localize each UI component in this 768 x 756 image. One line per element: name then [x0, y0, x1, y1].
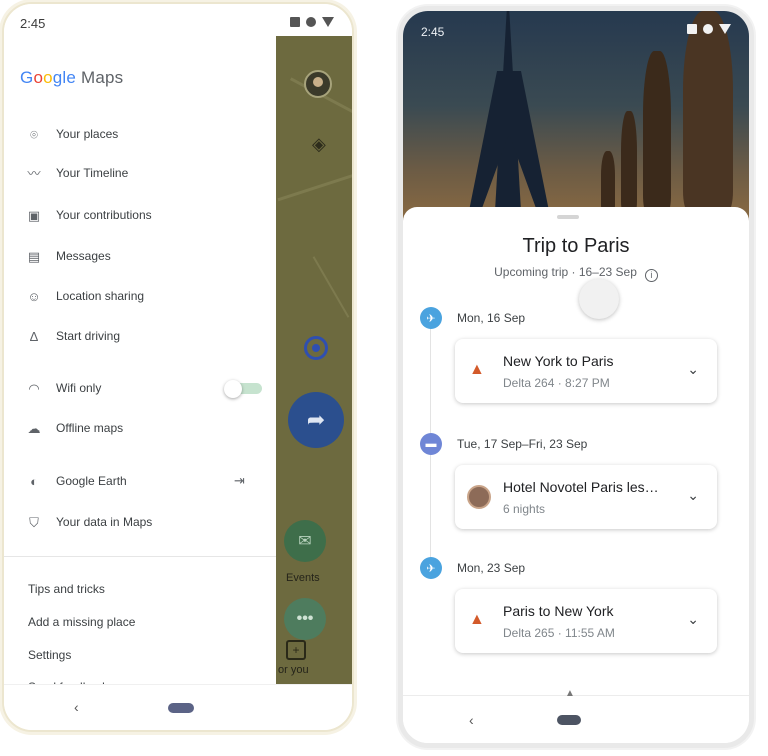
- wifi-only-toggle[interactable]: [224, 380, 262, 398]
- trip-card-hotel[interactable]: Hotel Novotel Paris les… 6 nights ⌄: [455, 465, 717, 529]
- hero-image: 2:45: [403, 11, 749, 221]
- events-label: Events: [286, 572, 320, 584]
- menu-item-label: Google Earth: [56, 474, 127, 488]
- navigation-drawer: Google Maps ⌾ Your places 〰 Your Timelin…: [4, 36, 276, 694]
- trip-dates: Upcoming trip · 16–23 Sep: [494, 265, 637, 279]
- menu-item-start-driving[interactable]: Δ Start driving: [26, 325, 120, 347]
- timeline-date: Tue, 17 Sep–Fri, 23 Sep: [457, 437, 588, 451]
- shield-icon: ⛉: [29, 514, 39, 530]
- left-phone-frame: 2:45 ◈ ➦ ✉ Events ••• + or you Google Ma…: [2, 2, 354, 732]
- avatar[interactable]: [304, 70, 332, 98]
- flight-icon: ✈: [420, 557, 442, 579]
- home-pill[interactable]: [168, 703, 194, 713]
- status-time: 2:45: [421, 25, 445, 39]
- menu-item-your-timeline[interactable]: 〰 Your Timeline: [26, 162, 128, 184]
- trip-card-flight-return[interactable]: ▲ Paris to New York Delta 265 · 11:55 AM…: [455, 589, 717, 653]
- location-sharing-icon: ☺: [27, 288, 41, 304]
- signal-icon: [322, 17, 334, 27]
- trip-sheet[interactable]: Trip to Paris Upcoming trip · 16–23 Sep i…: [403, 207, 749, 727]
- directions-icon[interactable]: ➦: [288, 392, 344, 448]
- navigation-icon: Δ: [29, 328, 39, 344]
- menu-item-label: Wifi only: [56, 381, 102, 395]
- menu-item-your-data[interactable]: ⛉ Your data in Maps: [26, 511, 152, 533]
- offline-icon: ☁: [27, 420, 41, 436]
- earth-icon: ◐: [30, 473, 38, 489]
- events-icon[interactable]: ✉: [284, 520, 326, 562]
- link-add-missing-place[interactable]: Add a missing place: [28, 615, 135, 629]
- timeline-date: Mon, 23 Sep: [457, 561, 526, 575]
- back-icon[interactable]: ‹: [74, 699, 79, 715]
- chevron-down-icon[interactable]: ⌄: [687, 611, 699, 628]
- menu-item-google-earth[interactable]: ◐ Google Earth: [26, 470, 127, 492]
- chevron-up-icon: ▲: [565, 688, 575, 699]
- menu-item-wifi-only[interactable]: ◠ Wifi only: [26, 377, 101, 399]
- info-icon[interactable]: i: [644, 269, 658, 282]
- touch-indicator: [579, 279, 619, 319]
- card-subtitle: 6 nights: [503, 502, 546, 516]
- trip-subtitle: Upcoming trip · 16–23 Sep i: [403, 265, 749, 282]
- contributions-icon: ▣: [27, 207, 41, 223]
- status-icons: [687, 24, 731, 34]
- status-bar: 2:45: [4, 4, 352, 36]
- right-phone-frame: 2:45 Trip to Paris Upcoming trip · 16–23…: [398, 6, 754, 748]
- pin-icon: ⌾: [30, 126, 38, 142]
- card-title: Paris to New York: [503, 603, 614, 619]
- home-pill[interactable]: [557, 715, 581, 725]
- menu-item-label: Offline maps: [56, 421, 124, 435]
- wifi-icon: ◠: [28, 380, 40, 396]
- hotel-thumbnail: [467, 485, 491, 509]
- trip-card-flight-outbound[interactable]: ▲ New York to Paris Delta 264 · 8:27 PM …: [455, 339, 717, 403]
- notification-icon: [290, 17, 300, 27]
- card-subtitle: Delta 265 · 11:55 AM: [503, 626, 615, 640]
- divider: [4, 556, 276, 557]
- system-nav-bar: ▲ ‹: [403, 688, 749, 743]
- notification-icon: [687, 24, 697, 34]
- airline-icon: ▲: [469, 361, 485, 378]
- system-nav-bar: ‹: [4, 684, 352, 730]
- my-location-icon[interactable]: [304, 336, 328, 360]
- layers-icon[interactable]: ◈: [312, 134, 326, 155]
- signal-icon: [719, 24, 731, 34]
- status-icons: [290, 17, 334, 27]
- menu-item-location-sharing[interactable]: ☺ Location sharing: [26, 285, 144, 307]
- menu-item-your-places[interactable]: ⌾ Your places: [26, 123, 118, 145]
- menu-item-label: Start driving: [56, 329, 121, 343]
- status-time: 2:45: [20, 16, 46, 31]
- map-background[interactable]: ◈ ➦ ✉ Events ••• + or you: [276, 36, 352, 686]
- card-title: New York to Paris: [503, 353, 614, 369]
- menu-item-label: Your Timeline: [56, 166, 129, 180]
- status-bar: 2:45: [403, 11, 749, 43]
- chevron-down-icon[interactable]: ⌄: [687, 487, 699, 504]
- menu-item-label: Your data in Maps: [56, 515, 153, 529]
- timeline-date: Mon, 16 Sep: [457, 311, 526, 325]
- airline-icon: ▲: [469, 611, 485, 628]
- hotel-icon: ▬: [420, 433, 442, 455]
- menu-item-label: Your places: [56, 127, 119, 141]
- flight-icon: ✈: [420, 307, 442, 329]
- menu-item-messages[interactable]: ▤ Messages: [26, 245, 111, 267]
- more-icon[interactable]: •••: [284, 598, 326, 640]
- google-maps-logo: Google Maps: [20, 68, 124, 87]
- menu-item-label: Location sharing: [56, 289, 145, 303]
- for-you-label: or you: [278, 664, 309, 676]
- link-tips-and-tricks[interactable]: Tips and tricks: [28, 582, 105, 596]
- wifi-status-icon: [703, 24, 713, 34]
- card-title: Hotel Novotel Paris les…: [503, 479, 659, 495]
- open-external-icon[interactable]: ⇥: [234, 473, 245, 489]
- menu-item-label: Your contributions: [56, 208, 152, 222]
- for-you-icon[interactable]: +: [286, 640, 306, 660]
- drag-handle[interactable]: [557, 215, 579, 219]
- menu-item-label: Messages: [56, 249, 111, 263]
- timeline-icon: 〰: [27, 165, 41, 181]
- card-subtitle: Delta 264 · 8:27 PM: [503, 376, 610, 390]
- chevron-down-icon[interactable]: ⌄: [687, 361, 699, 378]
- menu-item-your-contributions[interactable]: ▣ Your contributions: [26, 204, 152, 226]
- link-settings[interactable]: Settings: [28, 648, 71, 662]
- menu-item-offline-maps[interactable]: ☁ Offline maps: [26, 417, 124, 439]
- message-icon: ▤: [27, 248, 41, 264]
- wifi-status-icon: [306, 17, 316, 27]
- trip-title: Trip to Paris: [522, 235, 630, 257]
- back-icon[interactable]: ‹: [469, 712, 474, 728]
